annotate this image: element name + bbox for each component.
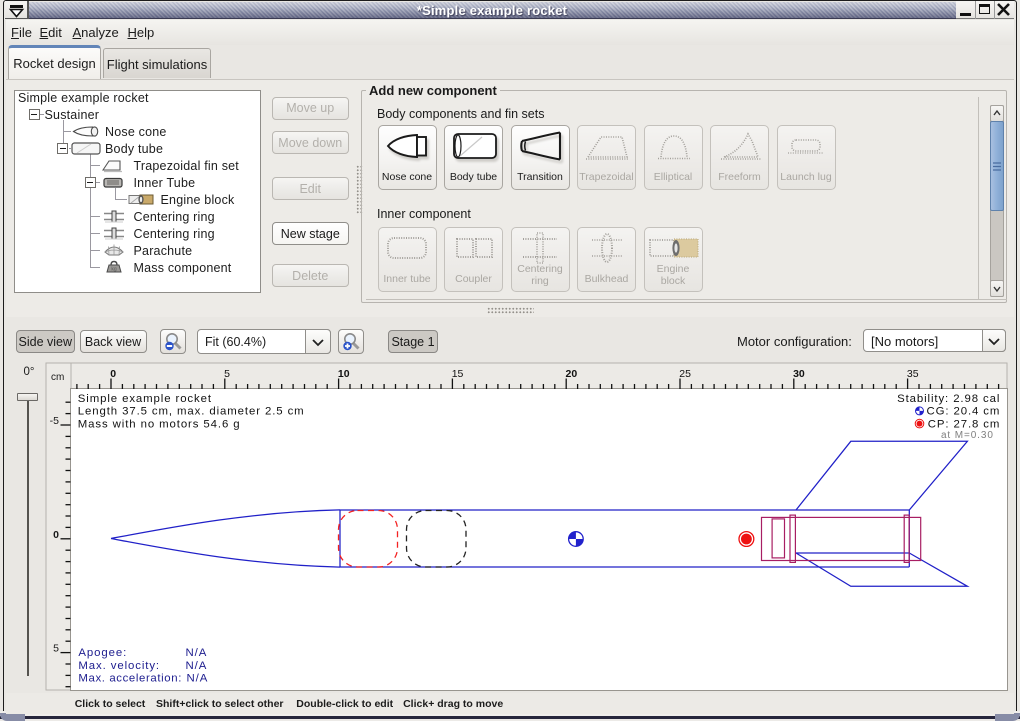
svg-text:20: 20 (566, 368, 578, 380)
svg-text:N/A: N/A (186, 660, 208, 672)
svg-text:Apogee:: Apogee: (78, 647, 127, 659)
svg-text:CG: 20.4 cm: CG: 20.4 cm (926, 406, 1000, 418)
svg-text:0: 0 (53, 529, 59, 541)
svg-text:15: 15 (452, 368, 464, 380)
svg-text:Simple example rocket: Simple example rocket (78, 393, 212, 405)
svg-text:35: 35 (907, 368, 919, 380)
svg-text:kg: kg (111, 267, 117, 273)
svg-text:at M=0.30: at M=0.30 (941, 430, 994, 441)
svg-text:Max. acceleration:: Max. acceleration: (78, 672, 182, 684)
svg-text:-5: -5 (50, 415, 59, 427)
svg-text:25: 25 (679, 368, 691, 380)
svg-text:Stability: 2.98 cal: Stability: 2.98 cal (897, 393, 1000, 405)
svg-text:N/A: N/A (187, 672, 209, 684)
svg-text:10: 10 (338, 368, 350, 380)
svg-text:30: 30 (793, 368, 805, 380)
svg-text:5: 5 (53, 643, 59, 655)
svg-text:5: 5 (224, 368, 230, 380)
svg-text:cm: cm (51, 372, 64, 383)
svg-text:Max. velocity:: Max. velocity: (78, 660, 160, 672)
svg-text:0: 0 (110, 368, 116, 380)
svg-text:CP: 27.8 cm: CP: 27.8 cm (928, 418, 1001, 430)
svg-text:Mass with no motors 54.6 g: Mass with no motors 54.6 g (78, 418, 241, 430)
svg-text:Length 37.5 cm, max. diameter: Length 37.5 cm, max. diameter 2.5 cm (78, 406, 305, 418)
svg-text:N/A: N/A (186, 647, 208, 659)
